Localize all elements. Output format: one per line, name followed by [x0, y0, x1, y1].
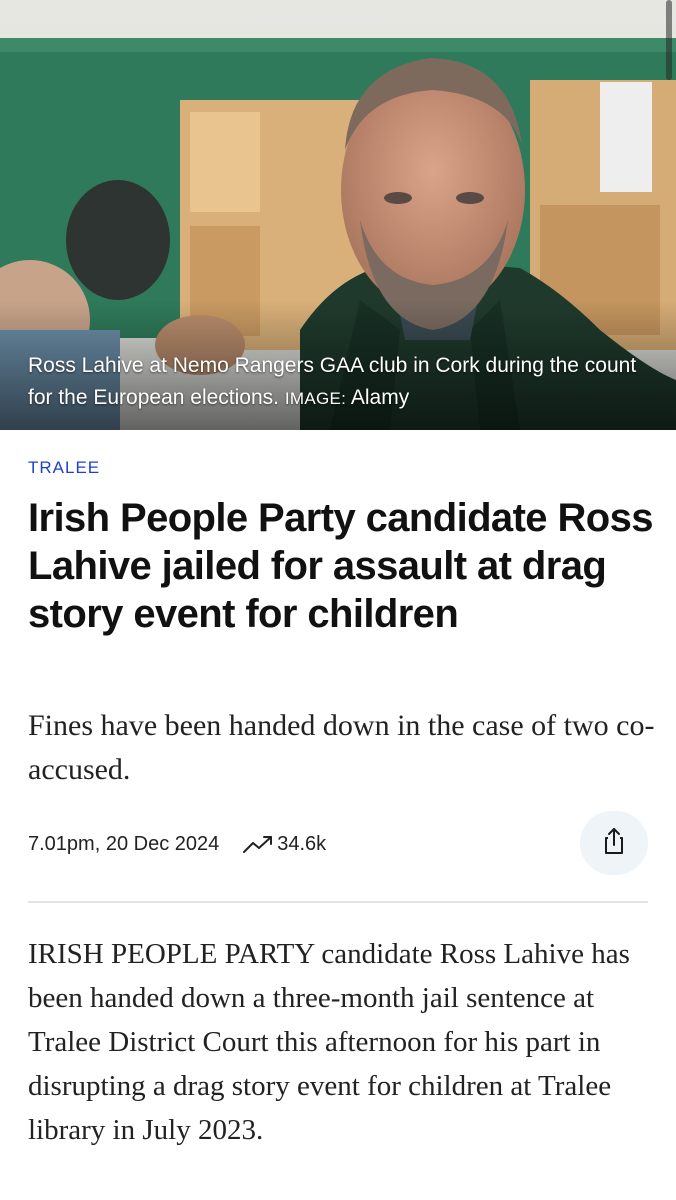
article-headline: Irish People Party candidate Ross Lahive… — [28, 496, 653, 636]
view-count: 34.6k — [241, 832, 326, 856]
image-credit-label: IMAGE: — [284, 389, 347, 408]
trending-up-icon — [241, 832, 275, 856]
share-button[interactable] — [580, 811, 648, 875]
share-icon — [599, 826, 629, 861]
view-count-value: 34.6k — [277, 832, 327, 855]
scroll-indicator[interactable] — [666, 0, 672, 80]
image-caption: Ross Lahive at Nemo Rangers GAA club in … — [28, 350, 648, 415]
article-body-paragraph: IRISH PEOPLE PARTY candidate Ross Lahive… — [28, 938, 630, 1146]
image-credit-name: Alamy — [350, 386, 410, 409]
meta-divider — [28, 901, 648, 903]
hero-image[interactable]: Ross Lahive at Nemo Rangers GAA club in … — [0, 0, 676, 430]
article-meta: 7.01pm, 20 Dec 2024 34.6k — [28, 826, 648, 862]
article-standfirst: Fines have been handed down in the case … — [28, 709, 655, 786]
publish-timestamp: 7.01pm, 20 Dec 2024 — [28, 832, 220, 855]
section-link-tralee[interactable]: TRALEE — [28, 458, 100, 478]
